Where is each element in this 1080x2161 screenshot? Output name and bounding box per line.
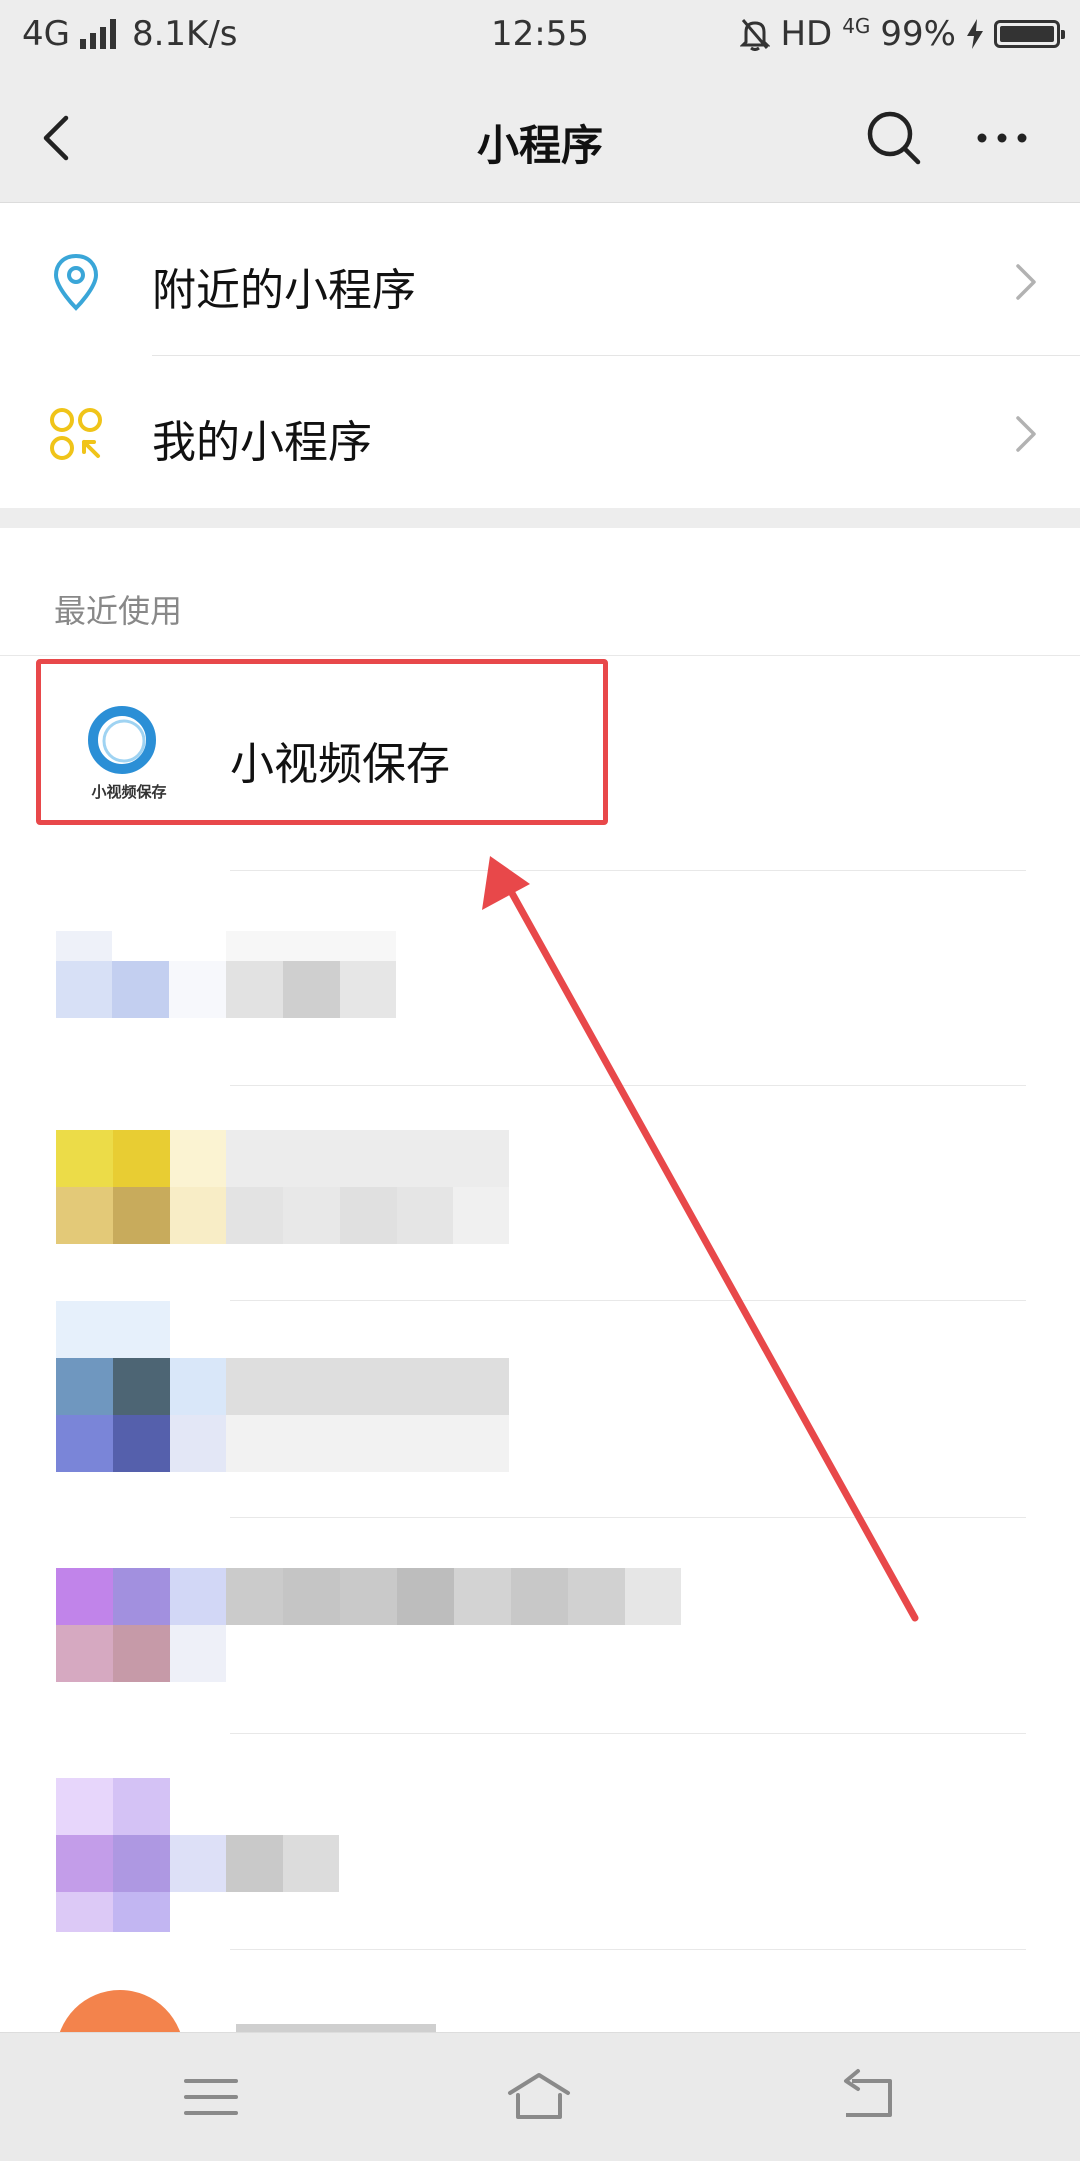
home-button[interactable]	[504, 2067, 574, 2127]
menu-button[interactable]	[176, 2067, 246, 2127]
return-icon	[844, 2069, 892, 2117]
menu-lines-icon	[184, 2079, 238, 2115]
back-nav-button[interactable]	[834, 2067, 904, 2127]
annotation-arrow	[482, 856, 919, 1622]
system-nav-bar	[0, 2032, 1080, 2161]
home-icon	[508, 2073, 570, 2119]
